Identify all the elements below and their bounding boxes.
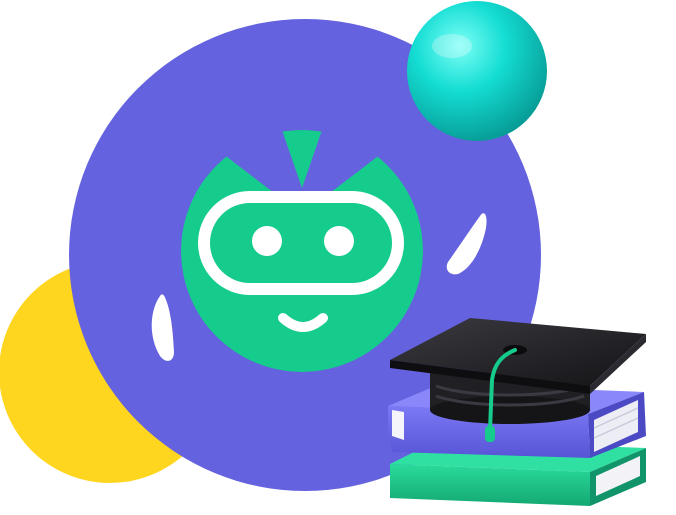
- tassel-end: [485, 426, 495, 442]
- ai-education-illustration: [0, 0, 676, 515]
- robot-face-icon: [181, 130, 423, 372]
- robot-eye-right: [324, 226, 354, 256]
- illustration-canvas: [0, 1, 646, 506]
- teal-sphere: [407, 1, 547, 141]
- robot-eye-left: [252, 226, 282, 256]
